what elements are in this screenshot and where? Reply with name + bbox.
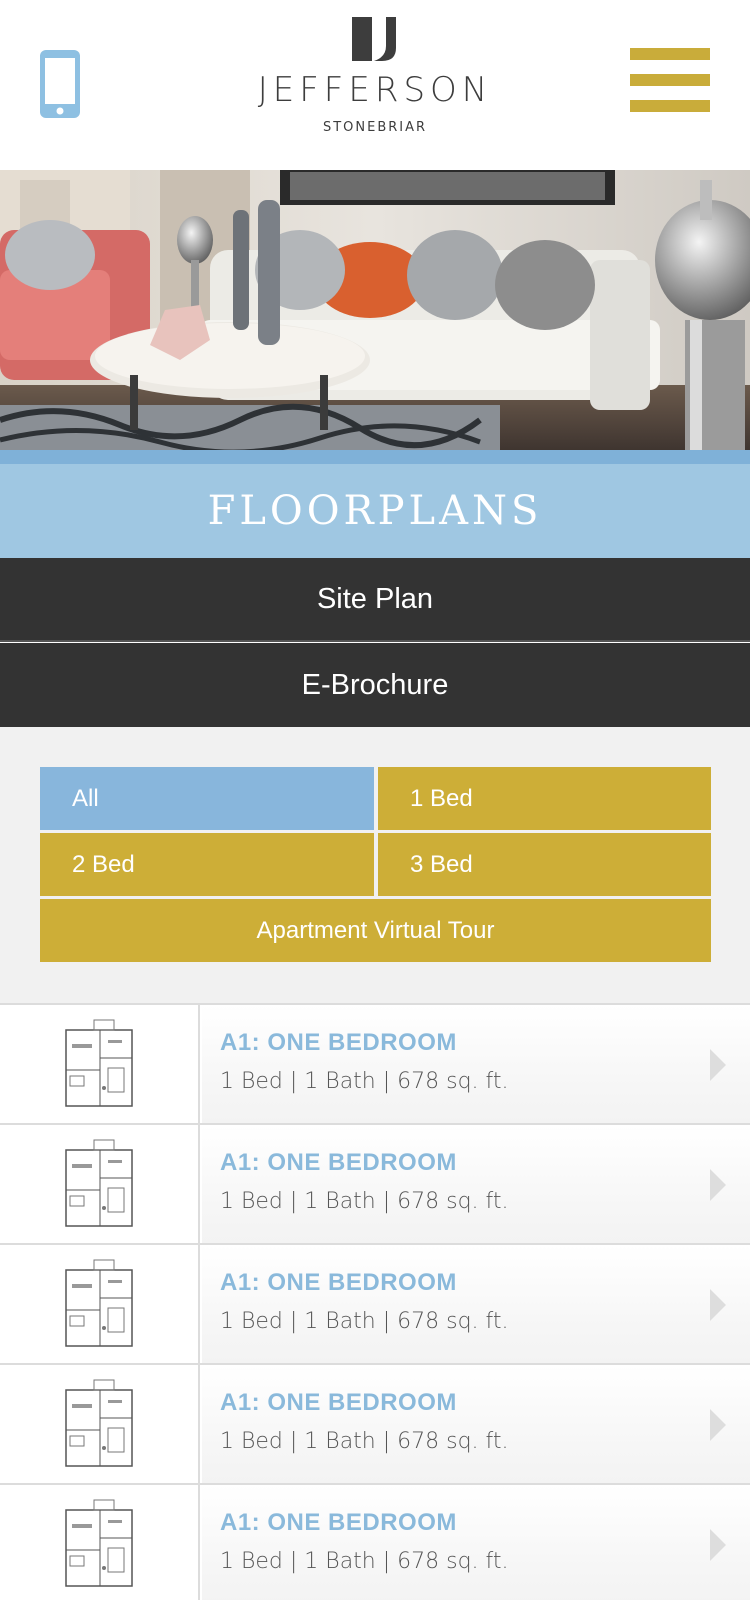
filter-2-bed-button[interactable]: 2 Bed xyxy=(40,833,374,896)
floorplan-drawing-icon xyxy=(65,1019,133,1107)
floorplan-thumbnail xyxy=(0,1005,200,1123)
page-title-band: FLOORPLANS xyxy=(0,450,750,558)
floorplan-drawing-icon xyxy=(65,1379,133,1467)
floorplan-details: 1 Bed | 1 Bath | 678 sq. ft. xyxy=(220,1429,509,1454)
filter-3-bed-button[interactable]: 3 Bed xyxy=(378,833,711,896)
floorplan-info: A1: ONE BEDROOM 1 Bed | 1 Bath | 678 sq.… xyxy=(202,1125,750,1243)
floorplan-details: 1 Bed | 1 Bath | 678 sq. ft. xyxy=(220,1549,509,1574)
floorplan-list: A1: ONE BEDROOM 1 Bed | 1 Bath | 678 sq.… xyxy=(0,1005,750,1600)
menu-bar-middle xyxy=(630,74,710,86)
floorplan-details: 1 Bed | 1 Bath | 678 sq. ft. xyxy=(220,1309,509,1334)
floorplan-info: A1: ONE BEDROOM 1 Bed | 1 Bath | 678 sq.… xyxy=(202,1485,750,1600)
filter-1-bed-button[interactable]: 1 Bed xyxy=(378,767,711,830)
floorplan-thumbnail xyxy=(0,1125,200,1243)
floorplan-details: 1 Bed | 1 Bath | 678 sq. ft. xyxy=(220,1069,509,1094)
floorplan-info: A1: ONE BEDROOM 1 Bed | 1 Bath | 678 sq.… xyxy=(202,1365,750,1483)
floorplan-info: A1: ONE BEDROOM 1 Bed | 1 Bath | 678 sq.… xyxy=(202,1005,750,1123)
floorplan-row[interactable]: A1: ONE BEDROOM 1 Bed | 1 Bath | 678 sq.… xyxy=(0,1245,750,1365)
floorplan-drawing-icon xyxy=(65,1259,133,1347)
chevron-right-icon xyxy=(710,1049,726,1081)
phone-icon[interactable] xyxy=(38,48,82,120)
logo[interactable]: JEFFERSON STONEBRIAR xyxy=(250,14,500,154)
floorplan-title: A1: ONE BEDROOM xyxy=(220,1389,457,1416)
floorplan-row[interactable]: A1: ONE BEDROOM 1 Bed | 1 Bath | 678 sq.… xyxy=(0,1485,750,1600)
floorplan-thumbnail xyxy=(0,1245,200,1363)
floorplan-row[interactable]: A1: ONE BEDROOM 1 Bed | 1 Bath | 678 sq.… xyxy=(0,1125,750,1245)
floorplan-row[interactable]: A1: ONE BEDROOM 1 Bed | 1 Bath | 678 sq.… xyxy=(0,1005,750,1125)
floorplan-drawing-icon xyxy=(65,1499,133,1587)
floorplan-title: A1: ONE BEDROOM xyxy=(220,1269,457,1296)
floorplan-drawing-icon xyxy=(65,1139,133,1227)
logo-name: JEFFERSON xyxy=(257,70,493,110)
floorplan-title: A1: ONE BEDROOM xyxy=(220,1029,457,1056)
ebrochure-button[interactable]: E-Brochure xyxy=(0,643,750,727)
site-plan-button[interactable]: Site Plan xyxy=(0,558,750,642)
menu-bar-bottom xyxy=(630,100,710,112)
page-title: FLOORPLANS xyxy=(207,488,543,534)
menu-bar-top xyxy=(630,48,710,60)
site-header: JEFFERSON STONEBRIAR xyxy=(0,0,750,170)
floorplan-thumbnail xyxy=(0,1365,200,1483)
logo-mark-icon xyxy=(352,17,396,61)
floorplan-info: A1: ONE BEDROOM 1 Bed | 1 Bath | 678 sq.… xyxy=(202,1245,750,1363)
chevron-right-icon xyxy=(710,1409,726,1441)
chevron-right-icon xyxy=(710,1529,726,1561)
floorplan-filters: All 1 Bed 2 Bed 3 Bed Apartment Virtual … xyxy=(0,727,750,1005)
floorplan-thumbnail xyxy=(0,1485,200,1600)
chevron-right-icon xyxy=(710,1289,726,1321)
filter-all-button[interactable]: All xyxy=(40,767,374,830)
floorplan-details: 1 Bed | 1 Bath | 678 sq. ft. xyxy=(220,1189,509,1214)
floorplan-title: A1: ONE BEDROOM xyxy=(220,1509,457,1536)
hamburger-menu-icon[interactable] xyxy=(630,48,710,118)
floorplan-row[interactable]: A1: ONE BEDROOM 1 Bed | 1 Bath | 678 sq.… xyxy=(0,1365,750,1485)
floorplan-title: A1: ONE BEDROOM xyxy=(220,1149,457,1176)
chevron-right-icon xyxy=(710,1169,726,1201)
apartment-virtual-tour-button[interactable]: Apartment Virtual Tour xyxy=(40,899,711,962)
logo-subtitle: STONEBRIAR xyxy=(322,120,428,135)
hero-image xyxy=(0,170,750,450)
